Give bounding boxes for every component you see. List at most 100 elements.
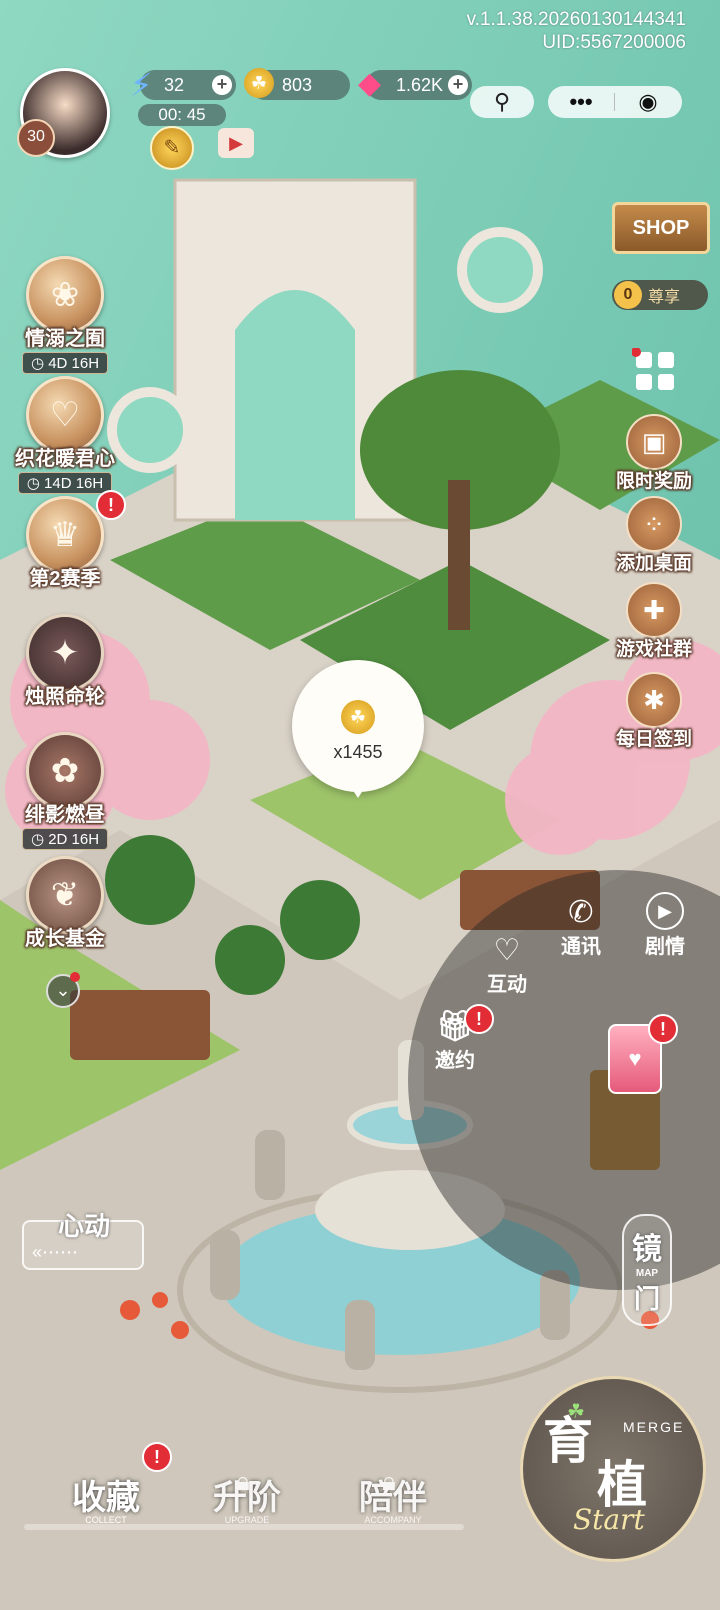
vip-badge[interactable]: 0 尊享 xyxy=(612,280,708,310)
shop-label: SHOP xyxy=(632,217,690,239)
coin-collect-bubble[interactable]: ☘ x1455 xyxy=(292,660,424,798)
event-season[interactable]: ♛ 第2赛季 ! xyxy=(10,490,126,591)
alert-badge: ! xyxy=(648,1014,678,1044)
map-pin-button[interactable]: ⚲ xyxy=(470,86,534,118)
right-menu-label: 游戏社群 xyxy=(615,639,692,660)
vip-label: 尊享 xyxy=(648,289,681,306)
tab-accompany[interactable]: 陪伴 ACCOMPANY 🔒︎ xyxy=(348,1466,438,1525)
contact-label: 通讯 xyxy=(561,936,601,958)
play-icon: ▶ xyxy=(646,892,684,930)
game-scene: v.1.1.38.20260130144341 UID:5567200006 3… xyxy=(0,0,720,1610)
tab-upgrade[interactable]: 升阶 UPGRADE 🔒︎ xyxy=(202,1466,292,1525)
lightning-icon: ⚡ xyxy=(130,67,153,103)
location-icon: ⚲ xyxy=(493,89,511,114)
add-desktop-button[interactable]: ⁘ 添加桌面 xyxy=(604,496,704,575)
energy-value: 32 xyxy=(164,74,185,95)
interact-button[interactable]: ♡ 互动 xyxy=(472,934,542,997)
mirror-gate-sub: MAP xyxy=(635,1268,659,1279)
chevron-down-icon[interactable]: ⌄ xyxy=(46,972,80,1008)
tab-collect[interactable]: 收藏 COLLECT ! xyxy=(56,1442,172,1525)
event-timer-text: 4D 16H xyxy=(48,355,100,372)
community-button[interactable]: ✚ 游戏社群 xyxy=(604,582,704,661)
limited-reward-button[interactable]: ▣ 限时奖励 xyxy=(604,414,704,493)
energy-counter[interactable]: ⚡ 32 + xyxy=(130,67,236,103)
daily-checkin-button[interactable]: ✱ 每日签到 xyxy=(604,672,704,751)
contact-button[interactable]: ✆ 通讯 xyxy=(546,896,616,959)
add-energy-button[interactable]: + xyxy=(212,75,232,95)
version-text: v.1.1.38.20260130144341 xyxy=(466,9,686,30)
ticket-icon[interactable]: ✎ xyxy=(150,126,194,170)
bubble-amount: x1455 xyxy=(333,742,383,762)
phone-message-icon[interactable]: ♥ ! xyxy=(608,1014,678,1094)
uid-text: UID:5567200006 xyxy=(542,32,686,53)
clover-icon: ☘ xyxy=(567,1401,585,1423)
clover-coin-icon: ☘ xyxy=(244,68,274,98)
mirror-gate-button[interactable]: 镜 MAP 门 xyxy=(622,1214,672,1326)
coin-counter[interactable]: ☘ 803 xyxy=(244,68,350,100)
gamepad-icon: ✚ xyxy=(626,582,682,638)
right-menu-label: 添加桌面 xyxy=(615,553,692,574)
tab-label: 收藏 xyxy=(72,1479,140,1517)
heart-beat-button[interactable]: 心动 «⋯⋯ xyxy=(22,1211,144,1270)
interact-label: 互动 xyxy=(487,974,527,996)
clover-coin-icon: ☘ xyxy=(341,700,375,734)
right-menu-label: 每日签到 xyxy=(615,729,692,750)
alert-badge: ! xyxy=(464,1004,494,1034)
bubble-tail xyxy=(350,786,366,798)
level-badge: 30 xyxy=(17,119,55,157)
event-timer: ◷ 14D 16H xyxy=(17,472,113,494)
coin-value: 803 xyxy=(282,74,313,95)
heart-pulse-icon: ♡ xyxy=(493,934,521,967)
invite-label: 邀约 xyxy=(435,1050,475,1072)
event-feiying[interactable]: ✿ 绯影燃昼 ◷ 2D 16H xyxy=(10,732,120,850)
version-info: v.1.1.38.20260130144341 UID:5567200006 xyxy=(467,8,686,54)
event-qingni[interactable]: ❀ 情溺之囿 ◷ 4D 16H xyxy=(10,256,120,374)
event-zhihua[interactable]: ♡ 织花暖君心 ◷ 14D 16H xyxy=(10,376,120,494)
add-gem-button[interactable]: + xyxy=(448,75,468,95)
add-desktop-icon: ⁘ xyxy=(626,496,682,552)
lock-icon: 🔒︎ xyxy=(236,1466,250,1496)
mirror-gate-bottom: 门 xyxy=(633,1284,660,1314)
merge-start-text: Start xyxy=(573,1503,645,1536)
heart-beat-label: 心动 xyxy=(58,1211,111,1241)
event-label: 烛照命轮 xyxy=(25,686,105,708)
story-label: 剧情 xyxy=(645,936,685,958)
gift-bag-icon: ▣ xyxy=(626,414,682,470)
growth-fund[interactable]: ❦ 成长基金 xyxy=(10,856,120,951)
diamond-icon: ◆ xyxy=(358,67,382,100)
double-chevron-left-icon: «⋯⋯ xyxy=(32,1242,79,1262)
merge-sub: MERGE xyxy=(623,1419,685,1435)
story-button[interactable]: ▶ 剧情 xyxy=(630,892,700,959)
event-label: 情溺之囿 xyxy=(25,328,105,350)
close-target-icon[interactable]: ◉ xyxy=(615,89,681,115)
lock-icon: 🔒︎ xyxy=(382,1466,396,1496)
event-label: 第2赛季 xyxy=(29,568,101,590)
red-dot xyxy=(70,972,80,982)
mirror-gate-top: 镜 xyxy=(632,1233,662,1266)
grid-menu-icon[interactable] xyxy=(631,347,678,394)
gem-counter[interactable]: ◆ 1.62K + xyxy=(358,67,472,100)
phone-icon: ✆ xyxy=(568,896,594,929)
mini-program-capsule: ••• ◉ xyxy=(548,86,682,118)
video-ad-icon[interactable]: ▶ xyxy=(218,128,254,158)
shop-button[interactable]: SHOP xyxy=(612,202,710,254)
event-label: 织花暖君心 xyxy=(15,448,115,470)
alert-badge: ! xyxy=(96,490,126,520)
invite-button[interactable]: 🎁︎ 邀约 ! xyxy=(420,1004,494,1073)
merge-start-button[interactable]: 育 MERGE 植 Start ☘ xyxy=(520,1376,706,1562)
event-label: 绯影燃昼 xyxy=(25,804,105,826)
avatar[interactable]: 30 xyxy=(17,68,110,158)
event-timer: ◷ 2D 16H xyxy=(21,828,109,850)
right-menu-label: 限时奖励 xyxy=(615,471,692,492)
event-timer: ◷ 4D 16H xyxy=(21,352,109,374)
event-zhuzhao[interactable]: ✦ 烛照命轮 xyxy=(10,614,120,709)
gem-value: 1.62K xyxy=(396,74,444,95)
tab-sub: COLLECT xyxy=(85,1515,127,1525)
event-label: 成长基金 xyxy=(25,928,105,950)
event-timer-text: 14D 16H xyxy=(44,475,104,492)
energy-timer: 00: 45 xyxy=(138,104,226,126)
bench xyxy=(70,990,210,1060)
vip-level: 0 xyxy=(614,281,642,309)
event-timer-text: 2D 16H xyxy=(48,831,100,848)
more-menu-icon[interactable]: ••• xyxy=(548,89,614,115)
